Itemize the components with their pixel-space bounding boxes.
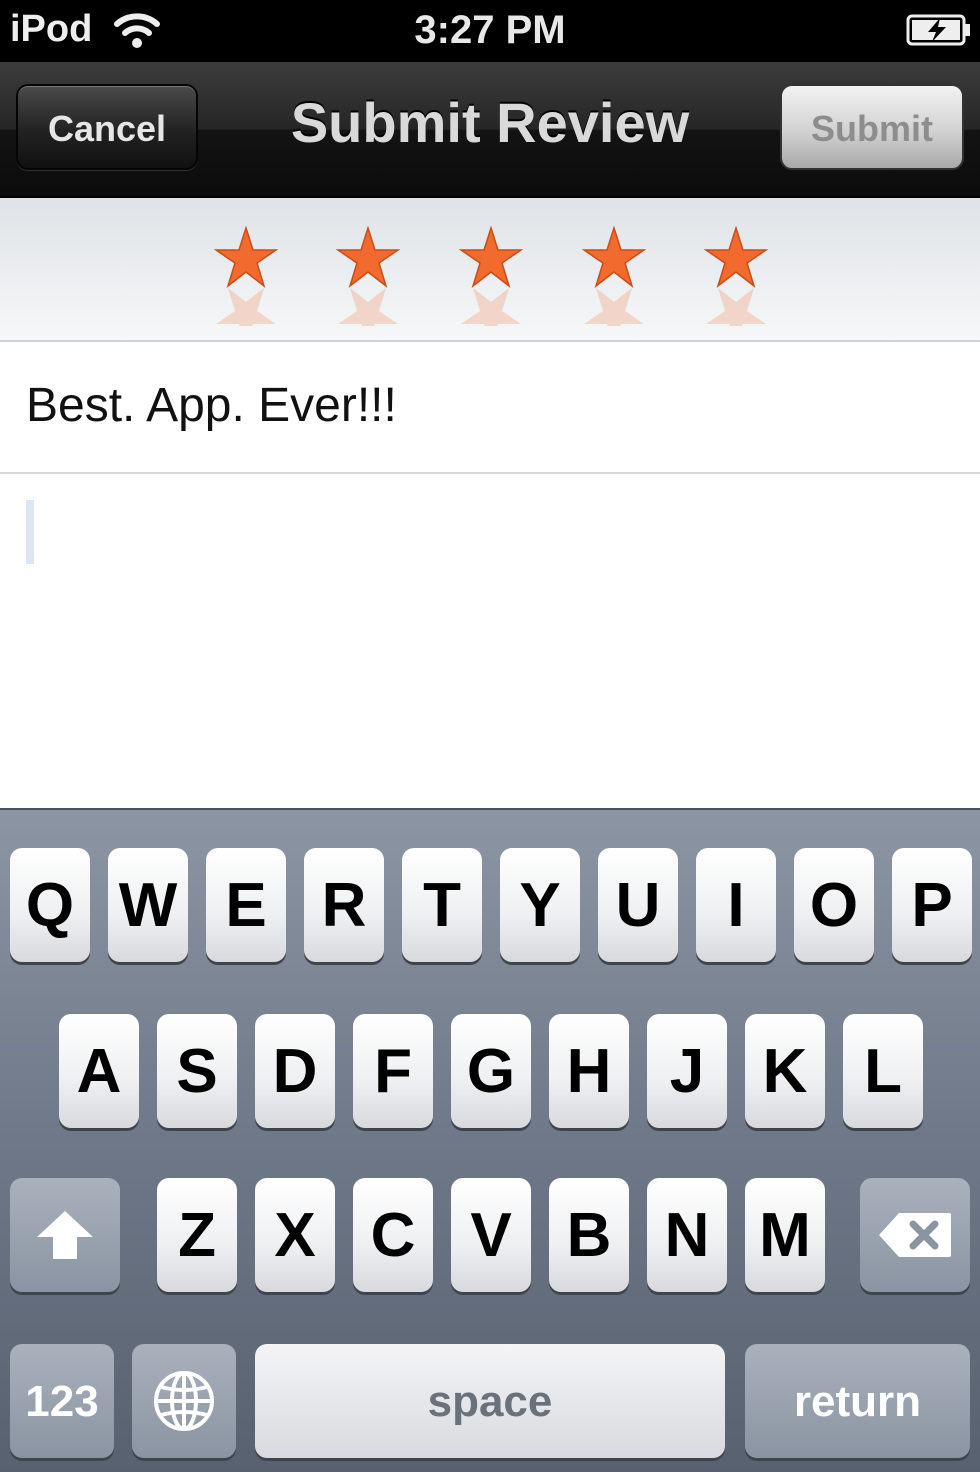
key-o[interactable]: O bbox=[794, 848, 874, 962]
key-r[interactable]: R bbox=[304, 848, 384, 962]
globe-key[interactable] bbox=[132, 1344, 236, 1458]
key-i[interactable]: I bbox=[696, 848, 776, 962]
key-j[interactable]: J bbox=[647, 1014, 727, 1128]
star-icon[interactable] bbox=[582, 226, 646, 326]
navigation-bar: Cancel Submit Review Submit bbox=[0, 62, 980, 198]
battery-charging-icon bbox=[906, 14, 970, 46]
key-q[interactable]: Q bbox=[10, 848, 90, 962]
shift-arrow-icon bbox=[37, 1211, 93, 1259]
cancel-button[interactable]: Cancel bbox=[16, 84, 198, 170]
numbers-key[interactable]: 123 bbox=[10, 1344, 114, 1458]
submit-button[interactable]: Submit bbox=[780, 84, 964, 170]
status-bar: iPod 3:27 PM bbox=[0, 0, 980, 62]
key-d[interactable]: D bbox=[255, 1014, 335, 1128]
return-key[interactable]: return bbox=[745, 1344, 970, 1458]
key-y[interactable]: Y bbox=[500, 848, 580, 962]
star-icon[interactable] bbox=[459, 226, 523, 326]
star-rating[interactable] bbox=[0, 198, 980, 342]
key-l[interactable]: L bbox=[843, 1014, 923, 1128]
review-title-field[interactable]: Best. App. Ever!!! bbox=[0, 342, 980, 474]
review-title-text: Best. App. Ever!!! bbox=[26, 379, 397, 432]
key-c[interactable]: C bbox=[353, 1178, 433, 1292]
key-a[interactable]: A bbox=[59, 1014, 139, 1128]
page-title: Submit Review bbox=[290, 91, 690, 154]
star-icon[interactable] bbox=[704, 226, 768, 326]
globe-icon bbox=[154, 1371, 214, 1431]
key-w[interactable]: W bbox=[108, 848, 188, 962]
key-x[interactable]: X bbox=[255, 1178, 335, 1292]
key-p[interactable]: P bbox=[892, 848, 972, 962]
delete-key[interactable] bbox=[860, 1178, 970, 1292]
key-k[interactable]: K bbox=[745, 1014, 825, 1128]
shift-key[interactable] bbox=[10, 1178, 120, 1292]
review-body-field[interactable] bbox=[0, 474, 980, 808]
key-t[interactable]: T bbox=[402, 848, 482, 962]
backspace-icon bbox=[879, 1213, 951, 1257]
key-m[interactable]: M bbox=[745, 1178, 825, 1292]
space-key[interactable]: space bbox=[255, 1344, 725, 1458]
key-z[interactable]: Z bbox=[157, 1178, 237, 1292]
key-e[interactable]: E bbox=[206, 848, 286, 962]
star-icon[interactable] bbox=[336, 226, 400, 326]
keyboard: 123 space return QWERTYUIOP ASDFGHJKL ZXCV… bbox=[0, 808, 980, 1472]
key-v[interactable]: V bbox=[451, 1178, 531, 1292]
key-s[interactable]: S bbox=[157, 1014, 237, 1128]
key-u[interactable]: U bbox=[598, 848, 678, 962]
star-icon[interactable] bbox=[214, 226, 278, 326]
key-h[interactable]: H bbox=[549, 1014, 629, 1128]
text-cursor bbox=[26, 500, 34, 564]
status-time: 3:27 PM bbox=[414, 8, 566, 52]
key-g[interactable]: G bbox=[451, 1014, 531, 1128]
key-n[interactable]: N bbox=[647, 1178, 727, 1292]
key-b[interactable]: B bbox=[549, 1178, 629, 1292]
key-f[interactable]: F bbox=[353, 1014, 433, 1128]
